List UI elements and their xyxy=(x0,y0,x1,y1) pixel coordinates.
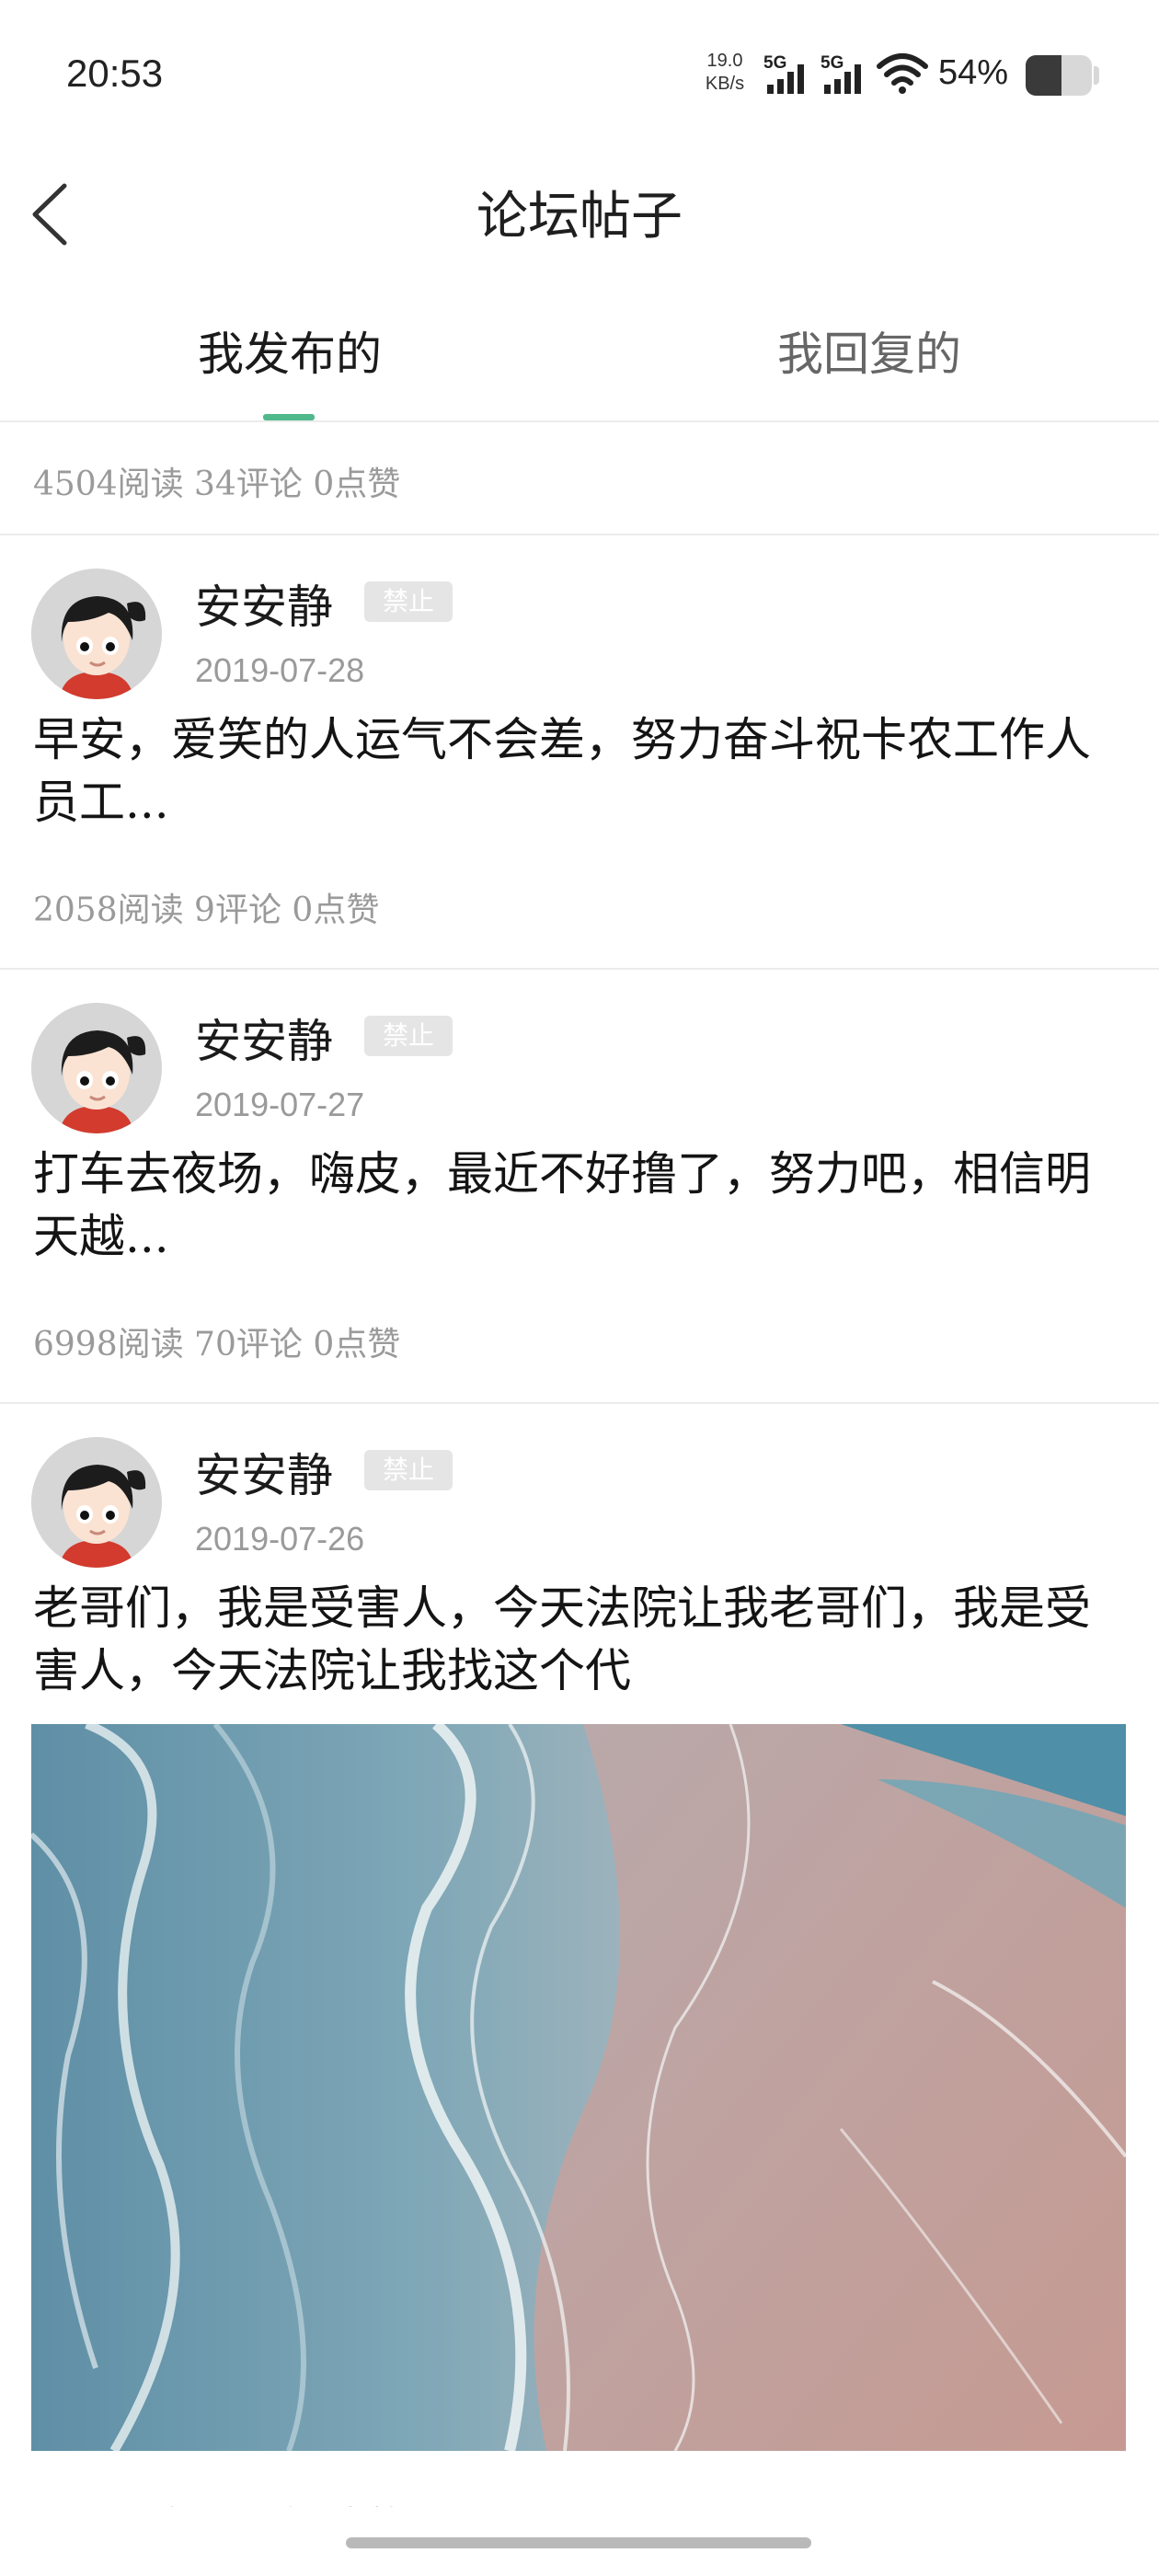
status-badge: 禁止 xyxy=(364,1016,453,1056)
post-date: 2019-07-26 xyxy=(195,1520,365,1558)
tab-my-replies[interactable]: 我回复的 xyxy=(580,317,1159,384)
network-speed-value: 19.0 xyxy=(706,51,743,71)
post-author: 安安静 xyxy=(195,1015,333,1068)
summary-stats: 4504阅读 34评论 0点赞 xyxy=(33,466,401,503)
battery-icon xyxy=(1026,55,1092,96)
signal-bars-icon: 5G xyxy=(763,53,815,98)
post-author: 安安静 xyxy=(195,1449,333,1502)
post-card[interactable]: 安安静 禁止 2019-07-27 打车去夜场，嗨皮，最近不好撸了，努力吧，相信… xyxy=(0,970,1159,1402)
battery-level-fill xyxy=(1026,55,1061,96)
post-image[interactable] xyxy=(31,1724,1126,2451)
battery-cap xyxy=(1094,66,1099,85)
tab-divider xyxy=(0,420,1159,422)
avatar[interactable] xyxy=(31,1437,162,1568)
post-text: 早安，爱笑的人运气不会差，努力奋斗祝卡农工作人员工... xyxy=(33,713,1091,829)
status-badge: 禁止 xyxy=(364,1450,453,1490)
home-indicator[interactable] xyxy=(346,2537,811,2548)
post-stats: 6998阅读 70评论 0点赞 xyxy=(33,1326,401,1363)
active-tab-indicator xyxy=(263,414,315,420)
post-card[interactable]: 安安静 禁止 2019-07-28 早安，爱笑的人运气不会差，努力奋斗祝卡农工作… xyxy=(0,535,1159,968)
network-speed: 19.0 KB/s xyxy=(701,50,749,96)
post-date: 2019-07-27 xyxy=(195,1086,365,1123)
tab-my-posts[interactable]: 我发布的 xyxy=(0,317,580,384)
status-time: 20:53 xyxy=(66,52,164,95)
signal-bars-icon: 5G xyxy=(820,53,872,98)
page-title: 论坛帖子 xyxy=(476,187,683,247)
wifi-icon xyxy=(877,53,928,94)
status-bar: 20:53 19.0 KB/s 5G 5G 54% xyxy=(0,0,1159,138)
post-card[interactable]: 安安静 禁止 2019-07-26 老哥们，我是受害人，今天法院让我老哥们，我是… xyxy=(0,1404,1159,2576)
avatar[interactable] xyxy=(31,569,162,699)
post-author: 安安静 xyxy=(195,581,333,634)
post-date: 2019-07-28 xyxy=(195,651,365,689)
status-badge: 禁止 xyxy=(364,581,453,622)
post-text: 老哥们，我是受害人，今天法院让我老哥们，我是受害人，今天法院让我找这个代 xyxy=(33,1581,1091,1697)
network-speed-unit: KB/s xyxy=(705,74,745,94)
post-text: 打车去夜场，嗨皮，最近不好撸了，努力吧，相信明天越... xyxy=(33,1147,1091,1263)
avatar[interactable] xyxy=(31,1003,162,1133)
battery-percent: 54% xyxy=(938,53,1009,92)
post-stats: 2058阅读 9评论 0点赞 xyxy=(33,891,380,929)
